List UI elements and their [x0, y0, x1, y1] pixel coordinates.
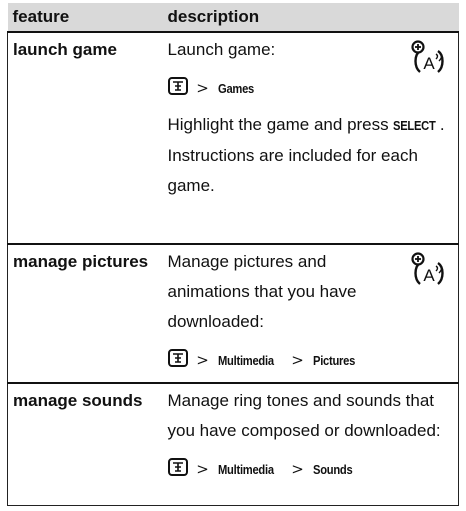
path-separator: > [291, 351, 304, 369]
feature-cell: manage sounds [7, 382, 163, 506]
menu-item-sounds: Sounds [312, 462, 353, 477]
description-paragraph: Highlight the game and press SELECT. Ins… [168, 110, 451, 201]
description-intro: Manage ring tones and sounds that you ha… [167, 391, 441, 440]
menu-item-games: Games [217, 81, 254, 96]
table-header-row: feature description [7, 3, 459, 32]
menu-item-multimedia: Multimedia [217, 353, 274, 368]
description-column-header: description [162, 3, 459, 32]
feature-cell: launch game [7, 31, 163, 244]
network-feature-icon: A [411, 40, 444, 73]
svg-text:A: A [423, 54, 435, 73]
description-cell: A Manage pictures and animations that yo… [162, 243, 459, 383]
table-row: manage sounds Manage ring tones and soun… [7, 382, 459, 506]
menu-path: > Multimedia > Pictures [167, 345, 451, 376]
menu-item-multimedia: Multimedia [217, 462, 274, 477]
feature-cell: manage pictures [7, 243, 163, 383]
table-row: manage pictures A Manage pictures and an… [7, 243, 459, 383]
menu-key-icon [167, 458, 188, 476]
description-cell: Manage ring tones and sounds that you ha… [162, 382, 459, 506]
path-separator: > [291, 460, 304, 478]
path-separator: > [196, 351, 209, 369]
feature-table: feature description launch game A Launch… [7, 3, 459, 506]
table-row: launch game A Launch game: > Games Highl… [7, 31, 459, 244]
menu-item-pictures: Pictures [312, 353, 355, 368]
path-separator: > [196, 79, 209, 97]
menu-key-icon [167, 77, 188, 95]
document-page: feature description launch game A Launch… [7, 3, 459, 511]
svg-text:A: A [423, 266, 435, 285]
path-separator: > [196, 460, 209, 478]
menu-key-icon [167, 349, 188, 367]
network-feature-icon: A [411, 252, 444, 285]
select-key-label: SELECT [393, 118, 436, 133]
feature-column-header: feature [7, 3, 163, 32]
description-cell: A Launch game: > Games Highlight the gam… [162, 31, 459, 244]
paragraph-text: Highlight the game and press [167, 115, 394, 134]
menu-path: > Multimedia > Sounds [167, 454, 451, 485]
